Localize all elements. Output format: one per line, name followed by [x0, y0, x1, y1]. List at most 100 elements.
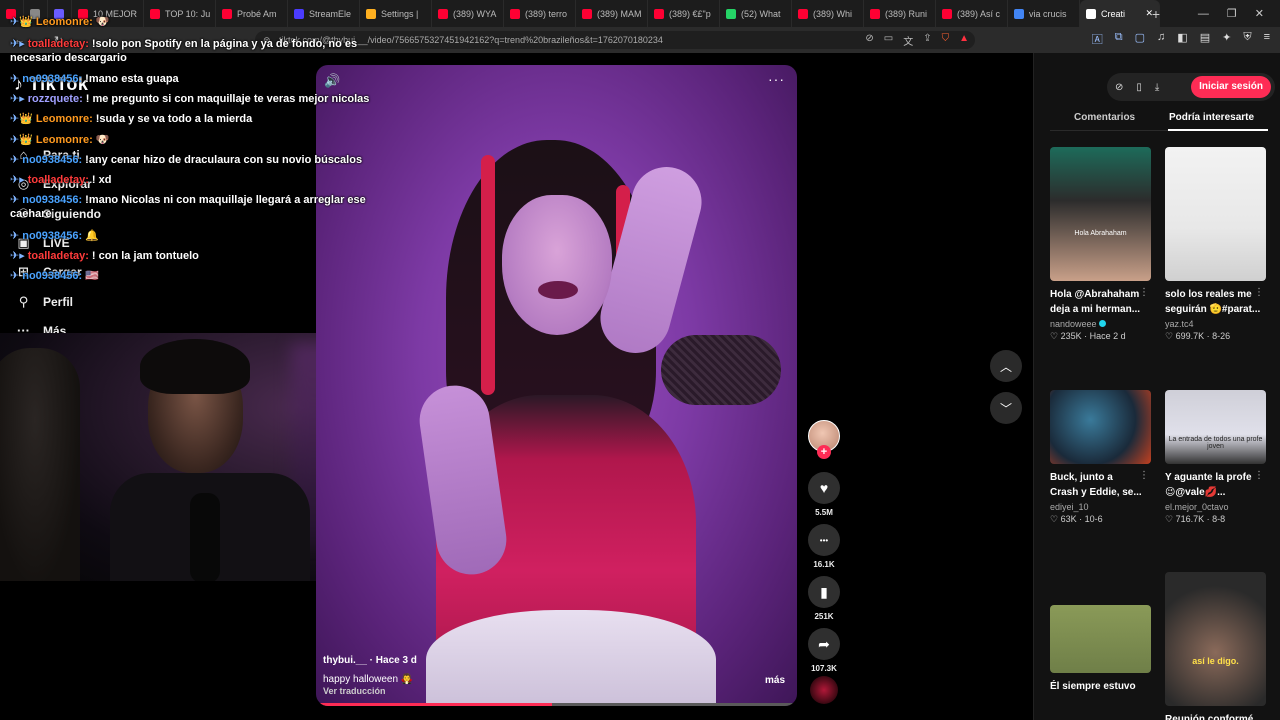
chat-text: !suda y se va todo a la mierda — [95, 113, 253, 125]
video-thumbnail[interactable]: así le digo. — [1165, 572, 1266, 706]
device-icon[interactable]: ▯ — [1136, 82, 1142, 93]
chat-message: ✈ no0938456: 🔔 — [10, 229, 370, 243]
browser-tab[interactable]: (389) MAM — [576, 0, 648, 27]
recommended-video-card[interactable]: Buck, junto a Crash y Eddie, se... ⋮ ediyei… — [1050, 390, 1151, 525]
card-author-name: yaz.tc4 — [1165, 319, 1194, 329]
browser-tab[interactable]: (389) Así c — [936, 0, 1008, 27]
more-link[interactable]: más — [765, 675, 785, 686]
browser-tab[interactable]: (389) terro — [504, 0, 576, 27]
music-disc-icon[interactable] — [810, 676, 838, 704]
card-title[interactable]: Buck, junto a — [1050, 470, 1151, 485]
card-title[interactable]: seguirán 🫡#parat... — [1165, 302, 1266, 317]
webcam-person-left — [0, 348, 80, 581]
sidebar-item-profile[interactable]: ⚲ Perfil — [16, 294, 73, 309]
browser-tab[interactable]: (389) WYA — [432, 0, 504, 27]
like-button[interactable]: ♥ — [808, 472, 840, 504]
tab-label: (389) Whi — [813, 8, 853, 19]
tab-comments[interactable]: Comentarios — [1074, 112, 1135, 123]
compass-icon[interactable]: ⊘ — [1115, 82, 1123, 93]
previous-video-button[interactable]: ︿ — [990, 350, 1022, 382]
video-thumbnail[interactable] — [1050, 390, 1151, 464]
video-thumbnail[interactable]: La entrada de todos una profe joven — [1165, 390, 1266, 464]
chat-message: ✈▸ toalladetay:! con la jam tontuelo — [10, 249, 370, 263]
card-likes: 235K — [1060, 331, 1082, 341]
maximize-button[interactable]: ❐ — [1227, 7, 1237, 20]
card-likes: 699.7K — [1175, 331, 1205, 341]
see-translation-link[interactable]: Ver traducción — [323, 686, 386, 696]
comment-button[interactable]: ••• — [808, 524, 840, 556]
wallet-icon[interactable]: ▤ — [1200, 31, 1210, 47]
card-menu-icon[interactable]: ⋮ — [1254, 287, 1264, 298]
chat-badges: ✈👑 — [10, 16, 33, 28]
save-button[interactable]: ▮ — [808, 576, 840, 608]
recommended-video-card[interactable]: solo los reales me seguirán 🫡#parat... ⋮ ya… — [1165, 147, 1266, 342]
browser-tab[interactable]: (389) €£"p — [648, 0, 720, 27]
card-author[interactable]: yaz.tc4 — [1165, 319, 1266, 329]
recommended-video-card[interactable]: La entrada de todos una profe joven Y agu… — [1165, 390, 1266, 525]
card-author[interactable]: nandoweee — [1050, 319, 1151, 329]
chat-text: 🐶 — [95, 134, 110, 146]
brave-rewards-icon[interactable]: ▲ — [959, 33, 969, 48]
card-meta: ♡ 235K · Hace 2 d — [1050, 331, 1151, 342]
close-window-button[interactable]: ✕ — [1255, 7, 1264, 20]
chat-text: 🐶 — [95, 16, 110, 28]
vpn-icon[interactable]: ⛨ — [1243, 31, 1251, 47]
browser-tab[interactable]: Creati ✕ — [1080, 0, 1160, 27]
no-tracking-icon[interactable]: ⊘ — [865, 33, 873, 48]
sidebar-icon[interactable]: ◧ — [1177, 31, 1187, 47]
browser-tab[interactable]: (389) Runi — [864, 0, 936, 27]
recommended-video-card[interactable]: Él siempre estuvo — [1050, 605, 1151, 694]
card-author[interactable]: ediyei_10 — [1050, 502, 1151, 512]
browser-tab[interactable]: Settings | — [360, 0, 432, 27]
browser-tab[interactable]: (389) Whi — [792, 0, 864, 27]
card-menu-icon[interactable]: ⋮ — [1254, 470, 1264, 481]
card-menu-icon[interactable]: ⋮ — [1139, 287, 1149, 298]
video-author[interactable]: thybui.__ · Hace 3 d — [323, 655, 417, 666]
brave-shield-icon[interactable]: ⛉ — [942, 33, 950, 48]
card-title[interactable]: deja a mi herman... — [1050, 302, 1151, 317]
chat-badges: ✈👑 — [10, 134, 33, 146]
puzzle-icon[interactable]: ⧉ — [1115, 31, 1123, 47]
chat-badges: ✈▸ — [10, 93, 25, 105]
menu-icon[interactable]: ≡ — [1264, 31, 1270, 47]
chat-text: !mano esta guapa — [85, 73, 179, 85]
video-menu-icon[interactable]: ··· — [768, 71, 785, 87]
share-button[interactable]: ➦ — [808, 628, 840, 660]
follow-button[interactable]: + — [817, 445, 831, 459]
card-title[interactable]: Hola @Abrahaham — [1050, 287, 1151, 302]
card-author[interactable]: el.mejor_0ctavo — [1165, 502, 1266, 512]
video-progress-bar[interactable] — [316, 703, 797, 706]
tab-recommended[interactable]: Podría interesarte — [1169, 112, 1254, 123]
recommended-video-card[interactable]: Hola Abrahaham Hola @Abrahaham deja a mi h… — [1050, 147, 1151, 342]
card-title[interactable]: Reunión conformé — [1165, 712, 1266, 720]
minimize-button[interactable]: — — [1198, 8, 1209, 20]
card-title[interactable]: 😉@vale💋... — [1165, 485, 1266, 500]
new-tab-button[interactable]: + — [1152, 6, 1160, 22]
share-page-icon[interactable]: ⇪ — [923, 33, 931, 48]
video-player[interactable]: 🔊 ··· thybui.__ · Hace 3 d happy hallowe… — [316, 65, 797, 706]
video-thumbnail[interactable]: Hola Abrahaham — [1050, 147, 1151, 281]
chat-username: toalladetay: — [27, 174, 89, 186]
card-title[interactable]: solo los reales me — [1165, 287, 1266, 302]
card-date: 10-6 — [1084, 514, 1103, 524]
video-thumbnail[interactable] — [1050, 605, 1151, 673]
ai-icon[interactable]: ✦ — [1222, 31, 1231, 47]
card-title[interactable]: Él siempre estuvo — [1050, 679, 1151, 694]
browser-tab[interactable]: (52) What — [720, 0, 792, 27]
login-button[interactable]: Iniciar sesión — [1191, 76, 1271, 98]
screen-icon[interactable]: ▭ — [884, 33, 893, 48]
screenshot-icon[interactable]: ▢ — [1135, 31, 1145, 47]
tab-label: via crucis — [1029, 8, 1067, 19]
translate-icon[interactable]: 文 — [903, 33, 913, 48]
video-thumbnail[interactable] — [1165, 147, 1266, 281]
card-title[interactable]: Crash y Eddie, se... — [1050, 485, 1151, 500]
thumbnail-caption: Hola Abrahaham — [1074, 230, 1127, 237]
recommended-video-card[interactable]: así le digo. Reunión conformé — [1165, 572, 1266, 720]
browser-tab[interactable]: via crucis — [1008, 0, 1080, 27]
download-icon[interactable]: ⤓ — [1155, 82, 1159, 93]
next-video-button[interactable]: ﹀ — [990, 392, 1022, 424]
card-menu-icon[interactable]: ⋮ — [1139, 470, 1149, 481]
music-icon[interactable]: ♫ — [1157, 31, 1165, 47]
translate-ext-icon[interactable]: 🄰 — [1092, 31, 1103, 47]
card-title[interactable]: Y aguante la profe — [1165, 470, 1266, 485]
